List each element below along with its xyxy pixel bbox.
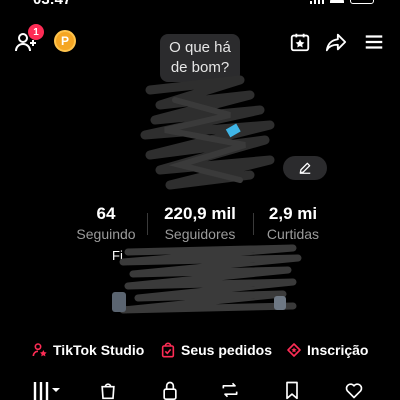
- menu-button[interactable]: [362, 30, 386, 54]
- link-tiktok-studio[interactable]: TikTok Studio: [32, 342, 144, 358]
- person-star-icon: [32, 343, 47, 357]
- repost-icon: [222, 382, 238, 398]
- profile-links: TikTok Studio Seus pedidos Inscrição: [0, 342, 400, 364]
- stat-likes[interactable]: 2,9 mi Curtidas: [261, 203, 325, 243]
- subscription-icon: [287, 343, 301, 357]
- link-label: TikTok Studio: [53, 342, 145, 358]
- status-icons: 69: [310, 0, 374, 4]
- tab-shop[interactable]: [96, 380, 120, 400]
- share-arrow-icon: [325, 33, 347, 52]
- bookmark-icon: [286, 381, 298, 400]
- stat-divider: [147, 213, 148, 235]
- status-time: 03:47: [33, 0, 71, 8]
- tab-private[interactable]: [158, 380, 182, 400]
- tab-videos[interactable]: [32, 380, 62, 400]
- signal-icon: [310, 0, 324, 4]
- favorites-button[interactable]: [288, 30, 312, 54]
- link-label: Seus pedidos: [181, 342, 273, 358]
- hamburger-menu-icon: [365, 35, 383, 49]
- share-profile-button[interactable]: [324, 30, 348, 54]
- wifi-icon: [330, 0, 344, 3]
- shop-bag-icon: [101, 383, 115, 400]
- stat-divider: [253, 213, 254, 235]
- stat-value: 220,9 mil: [164, 204, 236, 223]
- redacted-bio-scribble: [112, 244, 302, 314]
- pencil-icon: [299, 162, 311, 174]
- redacted-avatar-scribble: [140, 75, 275, 190]
- coins-button[interactable]: P: [54, 30, 76, 52]
- tab-reposts[interactable]: [218, 380, 242, 400]
- stat-followers[interactable]: 220,9 mil Seguidores: [155, 203, 245, 243]
- link-orders[interactable]: Seus pedidos: [160, 342, 272, 358]
- notification-badge: 1: [28, 24, 44, 40]
- stat-following[interactable]: 64 Seguindo: [72, 203, 140, 243]
- stat-value: 64: [96, 204, 116, 223]
- link-label: Inscrição: [307, 342, 369, 358]
- heart-icon: [345, 383, 363, 399]
- order-bag-icon: [161, 342, 175, 358]
- grid-icon: [33, 382, 60, 400]
- link-subscription[interactable]: Inscrição: [286, 342, 368, 358]
- calendar-star-icon: [290, 33, 310, 52]
- status-bar: 03:47 69: [0, 0, 400, 9]
- stat-value: 2,9 mi: [268, 204, 318, 223]
- lock-icon: [163, 381, 177, 400]
- content-tabs: [0, 380, 400, 400]
- tab-liked[interactable]: [342, 380, 366, 400]
- battery-icon: 69: [350, 0, 374, 4]
- tab-saved[interactable]: [280, 380, 304, 400]
- edit-profile-button[interactable]: [283, 156, 327, 180]
